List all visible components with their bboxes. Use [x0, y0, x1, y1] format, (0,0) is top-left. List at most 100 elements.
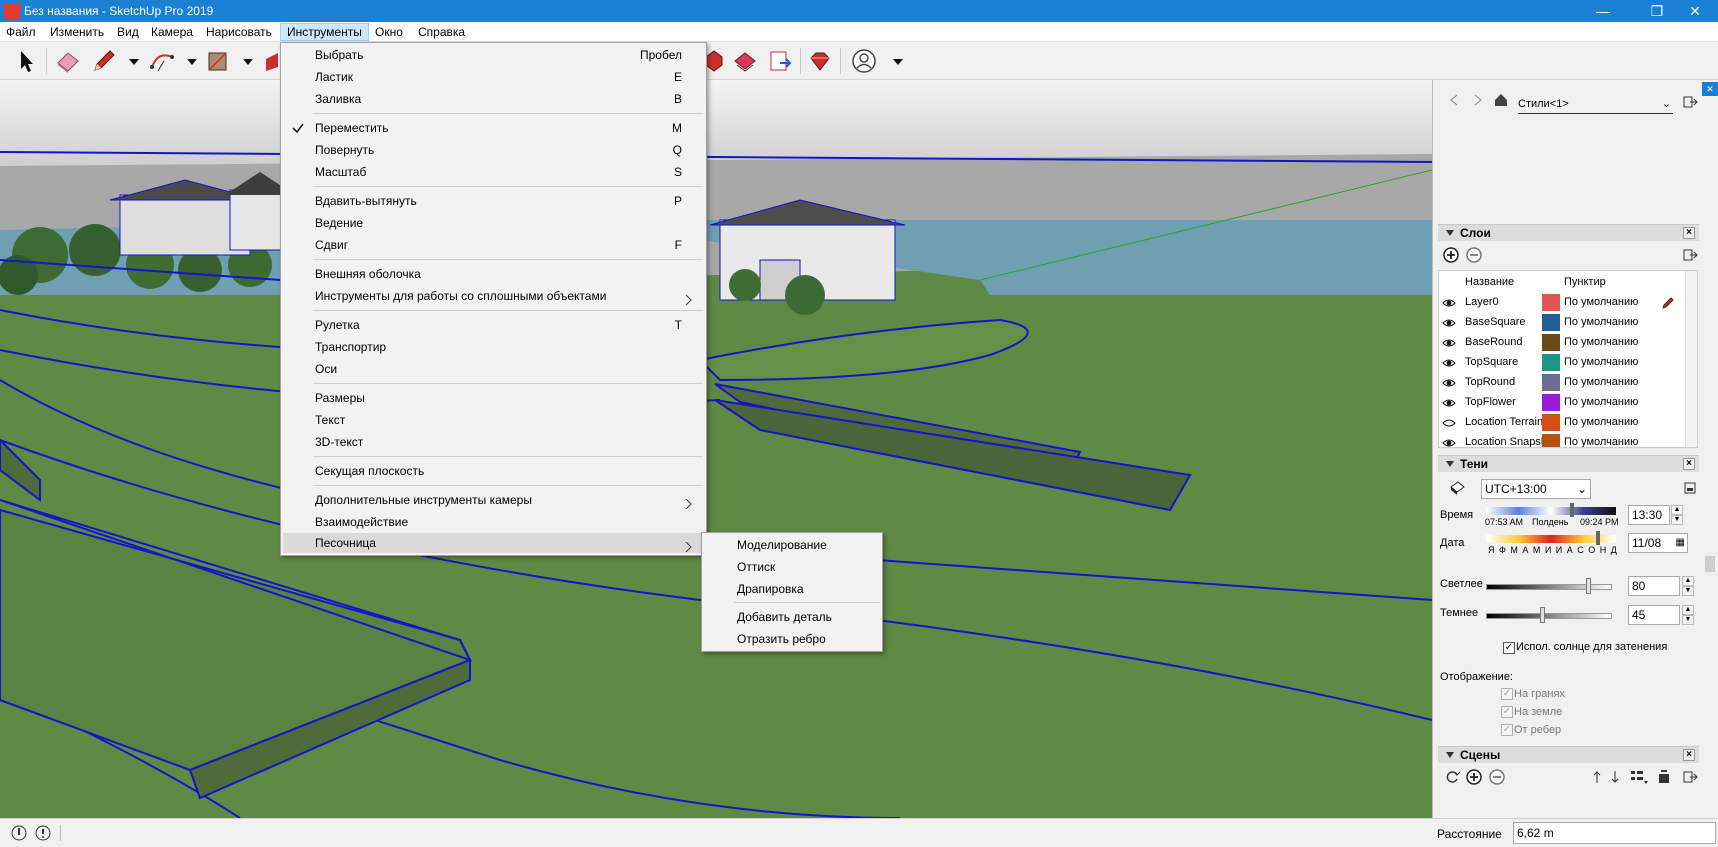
menu-item-select[interactable]: Выбрать Пробел	[283, 45, 704, 65]
eraser-icon[interactable]	[54, 47, 82, 75]
timezone-select[interactable]: UTC+13:00 ⌄	[1481, 479, 1591, 499]
menu-item-rotate[interactable]: Повернуть Q	[283, 140, 704, 160]
date-input[interactable]: 11/08 ▦	[1628, 533, 1688, 553]
menu-item-text[interactable]: Текст	[283, 410, 704, 430]
arc-icon[interactable]	[148, 47, 176, 75]
rectangle-icon[interactable]	[204, 47, 232, 75]
layer-row[interactable]: TopSquare По умолчанию	[1439, 353, 1697, 373]
menu-item-offset[interactable]: Сдвиг F	[283, 235, 704, 255]
menu-item-sandbox[interactable]: Песочница	[283, 533, 704, 553]
light-slider[interactable]	[1486, 584, 1612, 590]
refresh-scene-icon[interactable]	[1444, 769, 1461, 785]
arc-dropdown-icon[interactable]	[178, 47, 197, 75]
layers-scrollbar[interactable]	[1685, 271, 1697, 447]
layer-color-swatch[interactable]	[1542, 414, 1560, 431]
menu-draw[interactable]: Нарисовать	[200, 23, 278, 41]
time-slider[interactable]	[1486, 507, 1616, 515]
time-input[interactable]: 13:30	[1628, 505, 1670, 525]
menu-item-scale[interactable]: Масштаб S	[283, 162, 704, 182]
layer-row[interactable]: Location Terrain По умолчанию	[1439, 413, 1697, 433]
dark-input[interactable]: 45	[1628, 605, 1680, 625]
rectangle-dropdown-icon[interactable]	[234, 47, 253, 75]
geolocation-icon[interactable]	[10, 824, 28, 842]
submenu-item-add-detail[interactable]: Добавить деталь	[704, 607, 880, 627]
menu-item-paint[interactable]: Заливка B	[283, 89, 704, 109]
styles-forward-icon[interactable]	[1470, 92, 1486, 108]
time-stepper[interactable]: ▲ ▼	[1671, 505, 1683, 525]
account-dropdown-icon[interactable]	[884, 47, 903, 75]
view-options-icon[interactable]	[1630, 769, 1648, 785]
light-slider-thumb[interactable]	[1586, 578, 1591, 594]
menu-help[interactable]: Справка	[412, 23, 471, 41]
menu-item-advanced-camera[interactable]: Дополнительные инструменты камеры	[283, 490, 704, 510]
menu-item-dimensions[interactable]: Размеры	[283, 388, 704, 408]
layer-color-swatch[interactable]	[1542, 434, 1560, 447]
details-arrow-icon[interactable]	[1684, 482, 1696, 494]
pencil-dropdown-icon[interactable]	[120, 47, 139, 75]
scene-thumbnail-icon[interactable]	[1656, 769, 1672, 785]
select-icon[interactable]	[12, 47, 40, 75]
details-arrow-icon[interactable]	[1682, 94, 1698, 110]
from-edges-checkbox[interactable]: ✓	[1501, 724, 1513, 736]
calendar-icon[interactable]: ▦	[1676, 534, 1685, 552]
menu-item-move[interactable]: Переместить M	[283, 118, 704, 138]
menu-file[interactable]: Файл	[0, 23, 42, 41]
menu-item-eraser[interactable]: Ластик E	[283, 67, 704, 87]
tray-scrollbar[interactable]: ✕	[1702, 80, 1718, 818]
details-arrow-icon[interactable]	[1682, 769, 1698, 785]
submenu-item-smoove[interactable]: Моделирование	[704, 535, 880, 555]
close-icon[interactable]: ✕	[1702, 82, 1718, 96]
layer-color-swatch[interactable]	[1542, 314, 1560, 331]
eye-icon[interactable]	[1442, 378, 1456, 388]
date-slider-thumb[interactable]	[1596, 531, 1600, 545]
remove-scene-icon[interactable]	[1489, 769, 1505, 785]
submenu-item-stamp[interactable]: Оттиск	[704, 557, 880, 577]
use-sun-checkbox[interactable]: ✓	[1503, 642, 1515, 654]
eye-icon[interactable]	[1442, 398, 1456, 408]
send-layout-icon[interactable]	[766, 47, 794, 75]
dark-stepper[interactable]: ▲ ▼	[1682, 605, 1694, 625]
layers-panel-header[interactable]: Слои ×	[1438, 224, 1699, 241]
add-scene-icon[interactable]	[1466, 769, 1482, 785]
menu-item-push-pull[interactable]: Вдавить-вытянуть P	[283, 191, 704, 211]
scrollbar-thumb[interactable]	[1705, 556, 1715, 572]
menu-edit[interactable]: Изменить	[44, 23, 110, 41]
close-icon[interactable]: ×	[1683, 227, 1695, 239]
on-ground-checkbox[interactable]: ✓	[1501, 706, 1513, 718]
submenu-item-flip-edge[interactable]: Отразить ребро	[704, 629, 880, 649]
layer-color-swatch[interactable]	[1542, 334, 1560, 351]
light-stepper[interactable]: ▲ ▼	[1682, 576, 1694, 596]
instructor-icon[interactable]	[34, 824, 52, 842]
menu-tools[interactable]: Инструменты	[280, 23, 369, 41]
menu-item-3d-text[interactable]: 3D-текст	[283, 432, 704, 452]
menu-item-protractor[interactable]: Транспортир	[283, 337, 704, 357]
time-slider-thumb[interactable]	[1570, 503, 1574, 517]
menu-window[interactable]: Окно	[369, 23, 409, 41]
menu-item-section-plane[interactable]: Секущая плоскость	[283, 461, 704, 481]
style-select[interactable]: Стили<1> ⌄	[1518, 96, 1673, 114]
layer-row[interactable]: Location Snapshot По умолчанию	[1439, 433, 1697, 447]
eye-icon[interactable]	[1442, 338, 1456, 348]
layer-row[interactable]: Layer0 По умолчанию	[1439, 293, 1697, 313]
dark-slider-thumb[interactable]	[1540, 607, 1545, 623]
eye-hidden-icon[interactable]	[1442, 418, 1456, 428]
menu-item-interact[interactable]: Взаимодействие	[283, 512, 704, 532]
gem-icon[interactable]	[806, 47, 834, 75]
layer-row[interactable]: BaseSquare По умолчанию	[1439, 313, 1697, 333]
column-header-name[interactable]: Название	[1465, 273, 1514, 291]
eye-icon[interactable]	[1442, 318, 1456, 328]
eye-icon[interactable]	[1442, 438, 1456, 447]
pencil-icon[interactable]	[90, 47, 118, 75]
layer-color-swatch[interactable]	[1542, 374, 1560, 391]
layer-row[interactable]: TopRound По умолчанию	[1439, 373, 1697, 393]
account-icon[interactable]	[850, 47, 878, 75]
column-header-dash[interactable]: Пунктир	[1564, 273, 1606, 291]
menu-item-solid-tools[interactable]: Инструменты для работы со сплошными объе…	[283, 286, 704, 306]
remove-layer-icon[interactable]	[1466, 247, 1482, 263]
layer-color-swatch[interactable]	[1542, 294, 1560, 311]
add-layer-icon[interactable]	[1443, 247, 1459, 263]
dark-slider[interactable]	[1486, 613, 1612, 619]
menu-view[interactable]: Вид	[111, 23, 145, 41]
close-icon[interactable]: ×	[1683, 749, 1695, 761]
eye-icon[interactable]	[1442, 358, 1456, 368]
